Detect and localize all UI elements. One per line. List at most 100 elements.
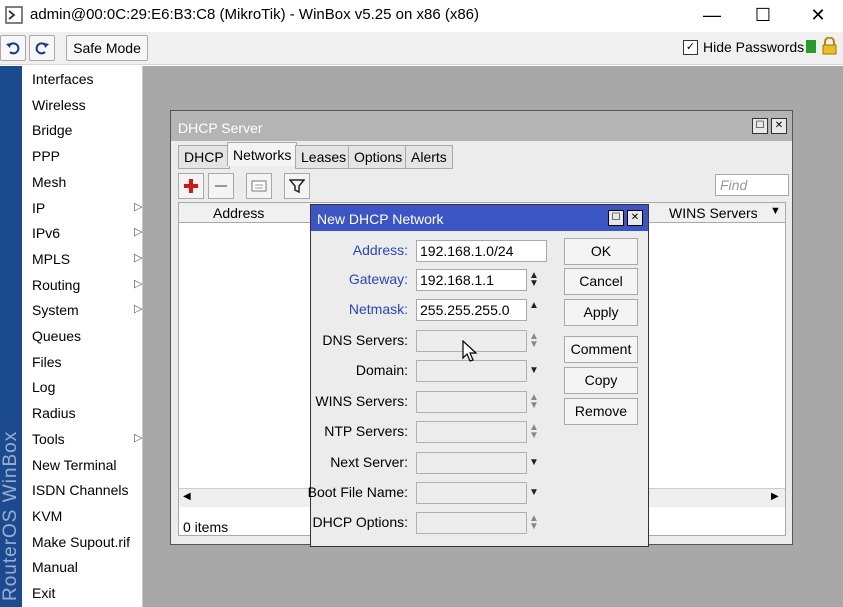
sidebar-item-label: Wireless bbox=[32, 96, 86, 113]
wins-servers-field[interactable] bbox=[416, 391, 527, 413]
sidebar-item-ipv6[interactable]: IPv6 ▷ bbox=[32, 225, 142, 247]
sidebar-item-make-supout-rif[interactable]: Make Supout.rif bbox=[32, 534, 142, 556]
comment-button[interactable] bbox=[246, 173, 272, 199]
sidebar-item-system[interactable]: System ▷ bbox=[32, 302, 142, 324]
dhcp-options-spinner-icon[interactable]: ▲ ▼ bbox=[529, 514, 539, 532]
dialog-maximize-button[interactable]: ☐ bbox=[608, 210, 624, 226]
submenu-arrow-icon: ▷ bbox=[134, 277, 143, 290]
column-wins-servers[interactable]: WINS Servers bbox=[669, 205, 758, 221]
comment-button[interactable]: Comment bbox=[564, 336, 638, 363]
sidebar-item-label: KVM bbox=[32, 507, 63, 524]
apply-button[interactable]: Apply bbox=[564, 299, 638, 326]
netmask-spinner-icon[interactable]: ▲ bbox=[529, 301, 539, 311]
wins-servers-spinner-icon[interactable]: ▲ ▼ bbox=[529, 393, 539, 411]
boot-file-name-spinner-icon[interactable]: ▼ bbox=[529, 485, 539, 498]
address-field[interactable]: 192.168.1.0/24 bbox=[416, 240, 547, 262]
dhcp-close-button[interactable]: ✕ bbox=[771, 118, 787, 134]
remove-button[interactable]: Remove bbox=[564, 398, 638, 425]
sidebar-item-label: MPLS bbox=[32, 250, 71, 267]
submenu-arrow-icon: ▷ bbox=[134, 200, 143, 213]
winbox-app-icon bbox=[5, 6, 23, 24]
dialog-close-button[interactable]: ✕ bbox=[627, 210, 643, 226]
submenu-arrow-icon: ▷ bbox=[134, 226, 143, 239]
safe-mode-button[interactable]: Safe Mode bbox=[66, 35, 148, 61]
brand-strip: RouterOS WinBox bbox=[0, 66, 22, 607]
minimize-button[interactable]: — bbox=[689, 0, 735, 30]
remove-button[interactable] bbox=[208, 173, 234, 199]
plus-icon bbox=[184, 179, 198, 193]
sidebar-item-exit[interactable]: Exit bbox=[32, 585, 142, 607]
gateway-spinner-icon[interactable]: ▲ ▼ bbox=[529, 271, 539, 289]
sidebar-item-tools[interactable]: Tools ▷ bbox=[32, 431, 142, 453]
netmask-label: Netmask: bbox=[348, 301, 408, 317]
filter-icon bbox=[289, 179, 305, 194]
close-button[interactable]: ✕ bbox=[795, 0, 841, 30]
sidebar-item-ip[interactable]: IP ▷ bbox=[32, 200, 142, 222]
sidebar-item-ppp[interactable]: PPP bbox=[32, 148, 142, 170]
dns-servers-spinner-icon[interactable]: ▲ ▼ bbox=[529, 332, 539, 350]
lock-icon bbox=[822, 37, 837, 55]
cancel-button[interactable]: Cancel bbox=[564, 268, 638, 295]
next-server-spinner-icon[interactable]: ▼ bbox=[529, 455, 539, 468]
minus-icon bbox=[215, 185, 227, 187]
sidebar-item-radius[interactable]: Radius bbox=[32, 405, 142, 427]
sidebar-item-label: IP bbox=[32, 199, 46, 216]
sidebar-item-mesh[interactable]: Mesh bbox=[32, 174, 142, 196]
sidebar-item-new-terminal[interactable]: New Terminal bbox=[32, 457, 142, 479]
tab-networks[interactable]: Networks bbox=[227, 142, 298, 166]
dhcp-maximize-button[interactable]: ☐ bbox=[752, 118, 768, 134]
domain-spinner-icon[interactable]: ▼ bbox=[529, 363, 539, 376]
submenu-arrow-icon: ▷ bbox=[134, 303, 143, 316]
ok-button[interactable]: OK bbox=[564, 238, 638, 265]
maximize-button[interactable]: ☐ bbox=[740, 0, 786, 30]
undo-button[interactable] bbox=[0, 35, 26, 61]
tab-leases[interactable]: Leases bbox=[295, 145, 353, 169]
ntp-servers-field[interactable] bbox=[416, 421, 527, 443]
undo-icon bbox=[6, 42, 20, 55]
next-server-field[interactable] bbox=[416, 452, 527, 474]
add-button[interactable] bbox=[178, 173, 204, 199]
redo-icon bbox=[35, 42, 49, 55]
sidebar-item-mpls[interactable]: MPLS ▷ bbox=[32, 251, 142, 273]
note-icon bbox=[251, 180, 267, 192]
maximize-icon: ☐ bbox=[611, 212, 621, 223]
gateway-field[interactable]: 192.168.1.1 bbox=[416, 269, 527, 291]
copy-button[interactable]: Copy bbox=[564, 367, 638, 394]
tab-alerts[interactable]: Alerts bbox=[405, 145, 453, 169]
close-icon: ✕ bbox=[630, 212, 640, 223]
sidebar-item-bridge[interactable]: Bridge bbox=[32, 122, 142, 144]
tab-options[interactable]: Options bbox=[348, 145, 409, 169]
boot-file-name-field[interactable] bbox=[416, 482, 527, 504]
dialog-titlebar[interactable]: New DHCP Network ☐ ✕ bbox=[311, 205, 648, 231]
sidebar-menu: Interfaces Wireless Bridge PPP Mesh IP ▷ IPv6 ▷ M… bbox=[22, 66, 143, 607]
dhcp-options-field[interactable] bbox=[416, 512, 527, 534]
sidebar-item-isdn-channels[interactable]: ISDN Channels bbox=[32, 482, 142, 504]
column-dropdown-icon[interactable]: ▼ bbox=[770, 205, 781, 217]
sidebar-item-label: Interfaces bbox=[32, 71, 94, 87]
redo-button[interactable] bbox=[29, 35, 55, 61]
hide-passwords-checkbox[interactable]: ✓ bbox=[683, 40, 698, 55]
ntp-servers-spinner-icon[interactable]: ▲ ▼ bbox=[529, 423, 539, 441]
sidebar-item-queues[interactable]: Queues bbox=[32, 328, 142, 350]
tab-dhcp[interactable]: DHCP bbox=[178, 145, 230, 169]
close-icon: ✕ bbox=[774, 120, 784, 131]
sidebar-item-log[interactable]: Log bbox=[32, 379, 142, 401]
window-titlebar: admin@00:0C:29:E6:B3:C8 (MikroTik) - Win… bbox=[0, 0, 843, 30]
find-input[interactable]: Find bbox=[715, 174, 789, 196]
filter-button[interactable] bbox=[284, 173, 310, 199]
netmask-field[interactable]: 255.255.255.0 bbox=[416, 299, 527, 321]
sidebar-item-wireless[interactable]: Wireless bbox=[32, 97, 142, 119]
scroll-left-icon[interactable]: ◀ bbox=[183, 491, 191, 502]
sidebar-item-interfaces[interactable]: Interfaces bbox=[32, 71, 142, 93]
sidebar-item-manual[interactable]: Manual bbox=[32, 559, 142, 581]
sidebar-item-routing[interactable]: Routing ▷ bbox=[32, 277, 142, 299]
close-icon: ✕ bbox=[810, 4, 826, 25]
dhcp-server-titlebar[interactable]: DHCP Server ☐ ✕ bbox=[171, 111, 792, 141]
dhcp-server-title: DHCP Server bbox=[178, 120, 263, 136]
sidebar-item-files[interactable]: Files bbox=[32, 354, 142, 376]
minimize-icon: — bbox=[703, 4, 721, 25]
sidebar-item-kvm[interactable]: KVM bbox=[32, 508, 142, 530]
scroll-right-icon[interactable]: ▶ bbox=[771, 491, 779, 502]
sidebar-item-label: Manual bbox=[32, 559, 78, 576]
column-address[interactable]: Address bbox=[213, 205, 264, 221]
